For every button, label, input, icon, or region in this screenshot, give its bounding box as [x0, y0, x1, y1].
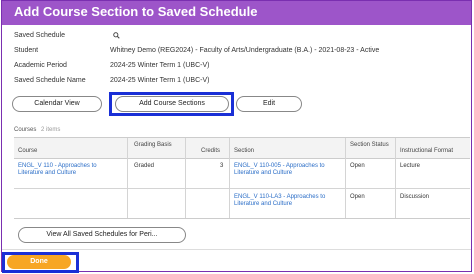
grading-basis-value: Graded	[134, 163, 155, 169]
field-value-student: Whitney Demo (REG2024) - Faculty of Arts…	[110, 47, 380, 54]
edit-button[interactable]: Edit	[236, 96, 302, 112]
courses-title: Courses	[14, 127, 37, 133]
search-icon[interactable]	[113, 32, 120, 39]
calendar-view-button[interactable]: Calendar View	[12, 96, 102, 112]
column-header-credits: Credits	[201, 148, 221, 154]
section-status-value: Open	[350, 194, 365, 200]
done-button[interactable]: Done	[7, 255, 71, 269]
column-header-course: Course	[18, 148, 38, 154]
course-link[interactable]: ENGL_V 110 - Approaches to Literature an…	[18, 163, 122, 177]
field-label-student: Student	[14, 47, 39, 54]
credits-value: 3	[220, 163, 224, 169]
field-label-saved-schedule: Saved Schedule	[14, 32, 65, 39]
dialog: Add Course Section to Saved Schedule Sav…	[1, 0, 472, 272]
instructional-format-value: Lecture	[400, 163, 421, 169]
add-course-sections-button[interactable]: Add Course Sections	[115, 96, 229, 112]
section-link[interactable]: ENGL_V 110-LA3 - Approaches to Literatur…	[234, 194, 340, 208]
courses-count: 2 items	[41, 127, 61, 133]
instructional-format-value: Discussion	[400, 194, 430, 200]
column-header-section: Section	[234, 148, 255, 154]
column-header-instructional-format: Instructional Format	[400, 148, 454, 154]
section-link[interactable]: ENGL_V 110-005 - Approaches to Literatur…	[234, 163, 340, 177]
column-header-grading-basis: Grading Basis	[134, 142, 172, 148]
field-value-academic-period: 2024-25 Winter Term 1 (UBC-V)	[110, 62, 210, 69]
field-label-academic-period: Academic Period	[14, 62, 67, 69]
footer-divider	[2, 249, 471, 250]
field-label-saved-schedule-name: Saved Schedule Name	[14, 77, 86, 84]
column-header-section-status: Section Status	[350, 142, 389, 148]
dialog-header: Add Course Section to Saved Schedule	[2, 1, 471, 25]
courses-label: Courses 2 items	[14, 127, 60, 133]
section-status-value: Open	[350, 163, 365, 169]
field-value-saved-schedule-name: 2024-25 Winter Term 1 (UBC-V)	[110, 77, 210, 84]
dialog-title: Add Course Section to Saved Schedule	[14, 4, 258, 19]
view-all-saved-schedules-button[interactable]: View All Saved Schedules for Peri...	[18, 227, 186, 243]
courses-table: Course Grading Basis Credits Section Sec…	[14, 137, 470, 219]
